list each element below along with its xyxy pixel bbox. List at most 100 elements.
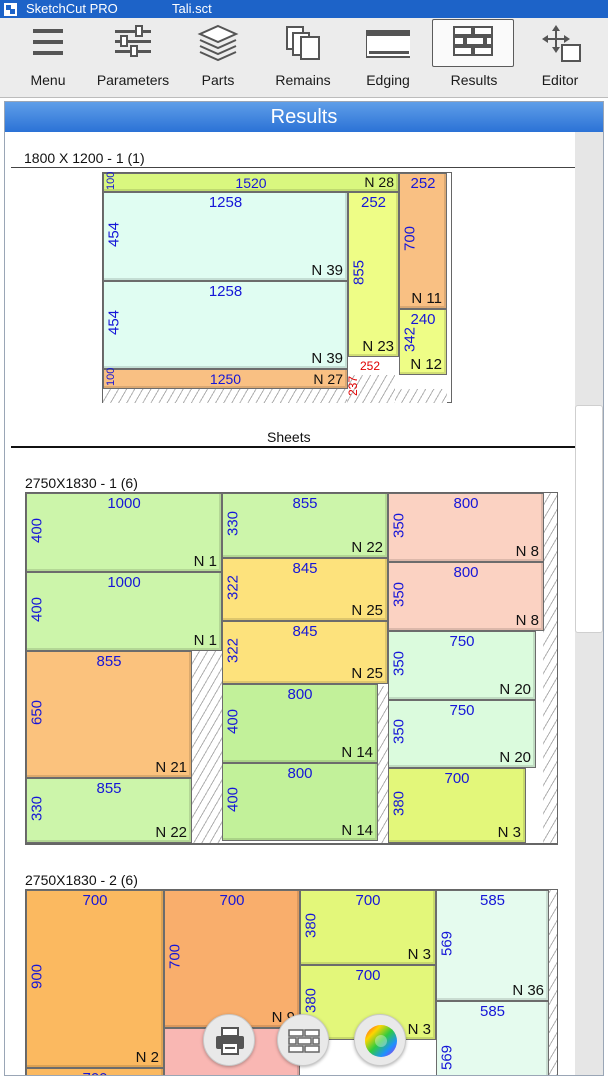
sheet-piece[interactable]: 855 330 N 22 (26, 778, 192, 843)
piece-number: N 22 (351, 539, 383, 556)
piece-number: N 14 (341, 822, 373, 839)
brick-grid-icon (453, 26, 493, 56)
piece-height: 700 (166, 943, 184, 969)
sheet-piece[interactable]: 585 569 (436, 1001, 549, 1075)
sheet-piece[interactable]: 700 380 N 3 (388, 768, 526, 843)
piece-width: 700 (355, 892, 381, 909)
toolbar-parameters-button[interactable]: Parameters (91, 18, 175, 98)
sheet-piece[interactable]: 800 400 N 14 (222, 684, 378, 763)
sheet-piece[interactable]: 845 322 N 25 (222, 621, 388, 684)
piece-number: N 25 (351, 665, 383, 682)
sheet-piece[interactable]: 700 (26, 1068, 164, 1075)
piece-number: N 14 (341, 744, 373, 761)
sheet-piece[interactable]: 700 380 N 3 (300, 890, 436, 965)
sheet-piece[interactable]: 750 350 N 20 (388, 631, 536, 700)
part-piece[interactable]: 1250 100 N 27 (103, 367, 348, 389)
piece-width: 240 (410, 311, 436, 328)
scrollbar-thumb[interactable] (575, 405, 603, 633)
piece-number: N 25 (351, 602, 383, 619)
part-piece[interactable]: 252 700 N 11 (399, 173, 447, 309)
print-button[interactable] (203, 1014, 255, 1066)
piece-height: 322 (224, 637, 242, 663)
toolbar-parts-label: Parts (201, 72, 235, 88)
toolbar-parts-button[interactable]: Parts (176, 18, 260, 98)
piece-width: 1000 (107, 574, 141, 591)
color-settings-button[interactable] (354, 1014, 406, 1066)
piece-width: 800 (453, 564, 479, 581)
sheet-piece[interactable]: 700 900 N 2 (26, 890, 164, 1068)
offcut-width: 252 (360, 359, 381, 373)
piece-height: 342 (401, 326, 419, 352)
offcut-height: 237 (346, 375, 361, 397)
piece-width: 800 (287, 686, 313, 703)
layout-view-button[interactable] (277, 1014, 329, 1066)
sheet-piece[interactable]: 845 322 N 25 (222, 558, 388, 621)
part-piece[interactable]: 1520 100 N 28 (103, 171, 399, 192)
sheet-piece[interactable]: 800 400 N 14 (222, 763, 378, 841)
parts-divider (11, 167, 575, 168)
piece-width: 800 (453, 495, 479, 512)
piece-number: N 3 (407, 946, 431, 963)
piece-number: N 2 (135, 1049, 159, 1066)
piece-number: N 8 (515, 612, 539, 629)
piece-height: 454 (105, 221, 123, 247)
piece-height: 650 (28, 699, 46, 725)
piece-height: 454 (105, 309, 123, 335)
toolbar-results-label: Results (450, 72, 498, 88)
toolbar-editor-label: Editor (541, 72, 579, 88)
part-piece[interactable]: 252 855 N 23 (348, 192, 399, 357)
piece-height: 350 (390, 581, 408, 607)
sheet-piece[interactable]: 700 700 N 9 (164, 890, 300, 1028)
layers-icon (197, 24, 239, 62)
piece-width: 1000 (107, 495, 141, 512)
piece-width: 845 (292, 623, 318, 640)
sheet-piece[interactable]: 585 569 N 36 (436, 890, 549, 1001)
piece-width: 700 (27, 1070, 163, 1075)
piece-number: N 12 (410, 356, 442, 373)
toolbar-results-button[interactable]: Results (432, 18, 516, 98)
parts-layout-sheet: 1520 100 N 28 252 700 N 11 1258 454 N 39 252 85… (102, 171, 452, 403)
piece-height: 330 (28, 795, 46, 821)
part-piece[interactable]: 1258 454 N 39 (103, 281, 348, 369)
menu-icon (33, 29, 63, 55)
toolbar-edging-button[interactable]: Edging (346, 18, 430, 98)
piece-height: 855 (350, 259, 368, 285)
piece-number: N 3 (497, 824, 521, 841)
piece-number: N 1 (193, 632, 217, 649)
piece-width: 700 (82, 892, 108, 909)
piece-height: 380 (302, 987, 320, 1013)
piece-number: N 23 (362, 338, 394, 355)
sliders-icon (115, 25, 151, 57)
piece-height: 400 (28, 517, 46, 543)
part-piece[interactable]: 240 342 N 12 (399, 309, 447, 375)
piece-width: 585 (479, 1003, 506, 1020)
piece-height: 330 (224, 510, 242, 536)
piece-height: 400 (28, 596, 46, 622)
sheet-piece[interactable]: 800 350 N 8 (388, 562, 544, 631)
piece-number: N 1 (193, 553, 217, 570)
sheet-piece[interactable]: 1000 400 N 1 (26, 572, 222, 651)
toolbar-parameters-label: Parameters (96, 72, 170, 88)
piece-number: N 11 (411, 290, 442, 307)
sheet-piece[interactable]: 855 650 N 21 (26, 651, 192, 778)
piece-height: 100 (105, 367, 117, 386)
piece-height: 350 (390, 512, 408, 538)
toolbar-editor-button[interactable]: Editor (518, 18, 602, 98)
part-piece[interactable]: 1258 454 N 39 (103, 192, 348, 281)
sheet-piece[interactable]: 1000 400 N 1 (26, 493, 222, 572)
offcut-hatch (103, 389, 447, 403)
piece-width: 750 (449, 702, 475, 719)
sheet-piece[interactable]: 855 330 N 22 (222, 493, 388, 558)
sheet1-layout: 1000 400 N 1 855 330 N 22 800 350 N 8 1000 400 N… (25, 492, 558, 845)
parts-layout-label: 1800 X 1200 - 1 (1) (24, 150, 145, 166)
piece-height: 380 (302, 912, 320, 938)
brick-grid-icon (288, 1029, 320, 1053)
move-arrows-icon (542, 25, 581, 62)
toolbar-remains-button[interactable]: Remains (261, 18, 345, 98)
sheet-piece[interactable]: 750 350 N 20 (388, 700, 536, 768)
piece-width: 1258 (208, 194, 243, 211)
piece-number: N 39 (311, 262, 343, 279)
toolbar-menu-button[interactable]: Menu (6, 18, 90, 98)
sheet-piece[interactable]: 800 350 N 8 (388, 493, 544, 562)
remains-icon (286, 26, 320, 60)
